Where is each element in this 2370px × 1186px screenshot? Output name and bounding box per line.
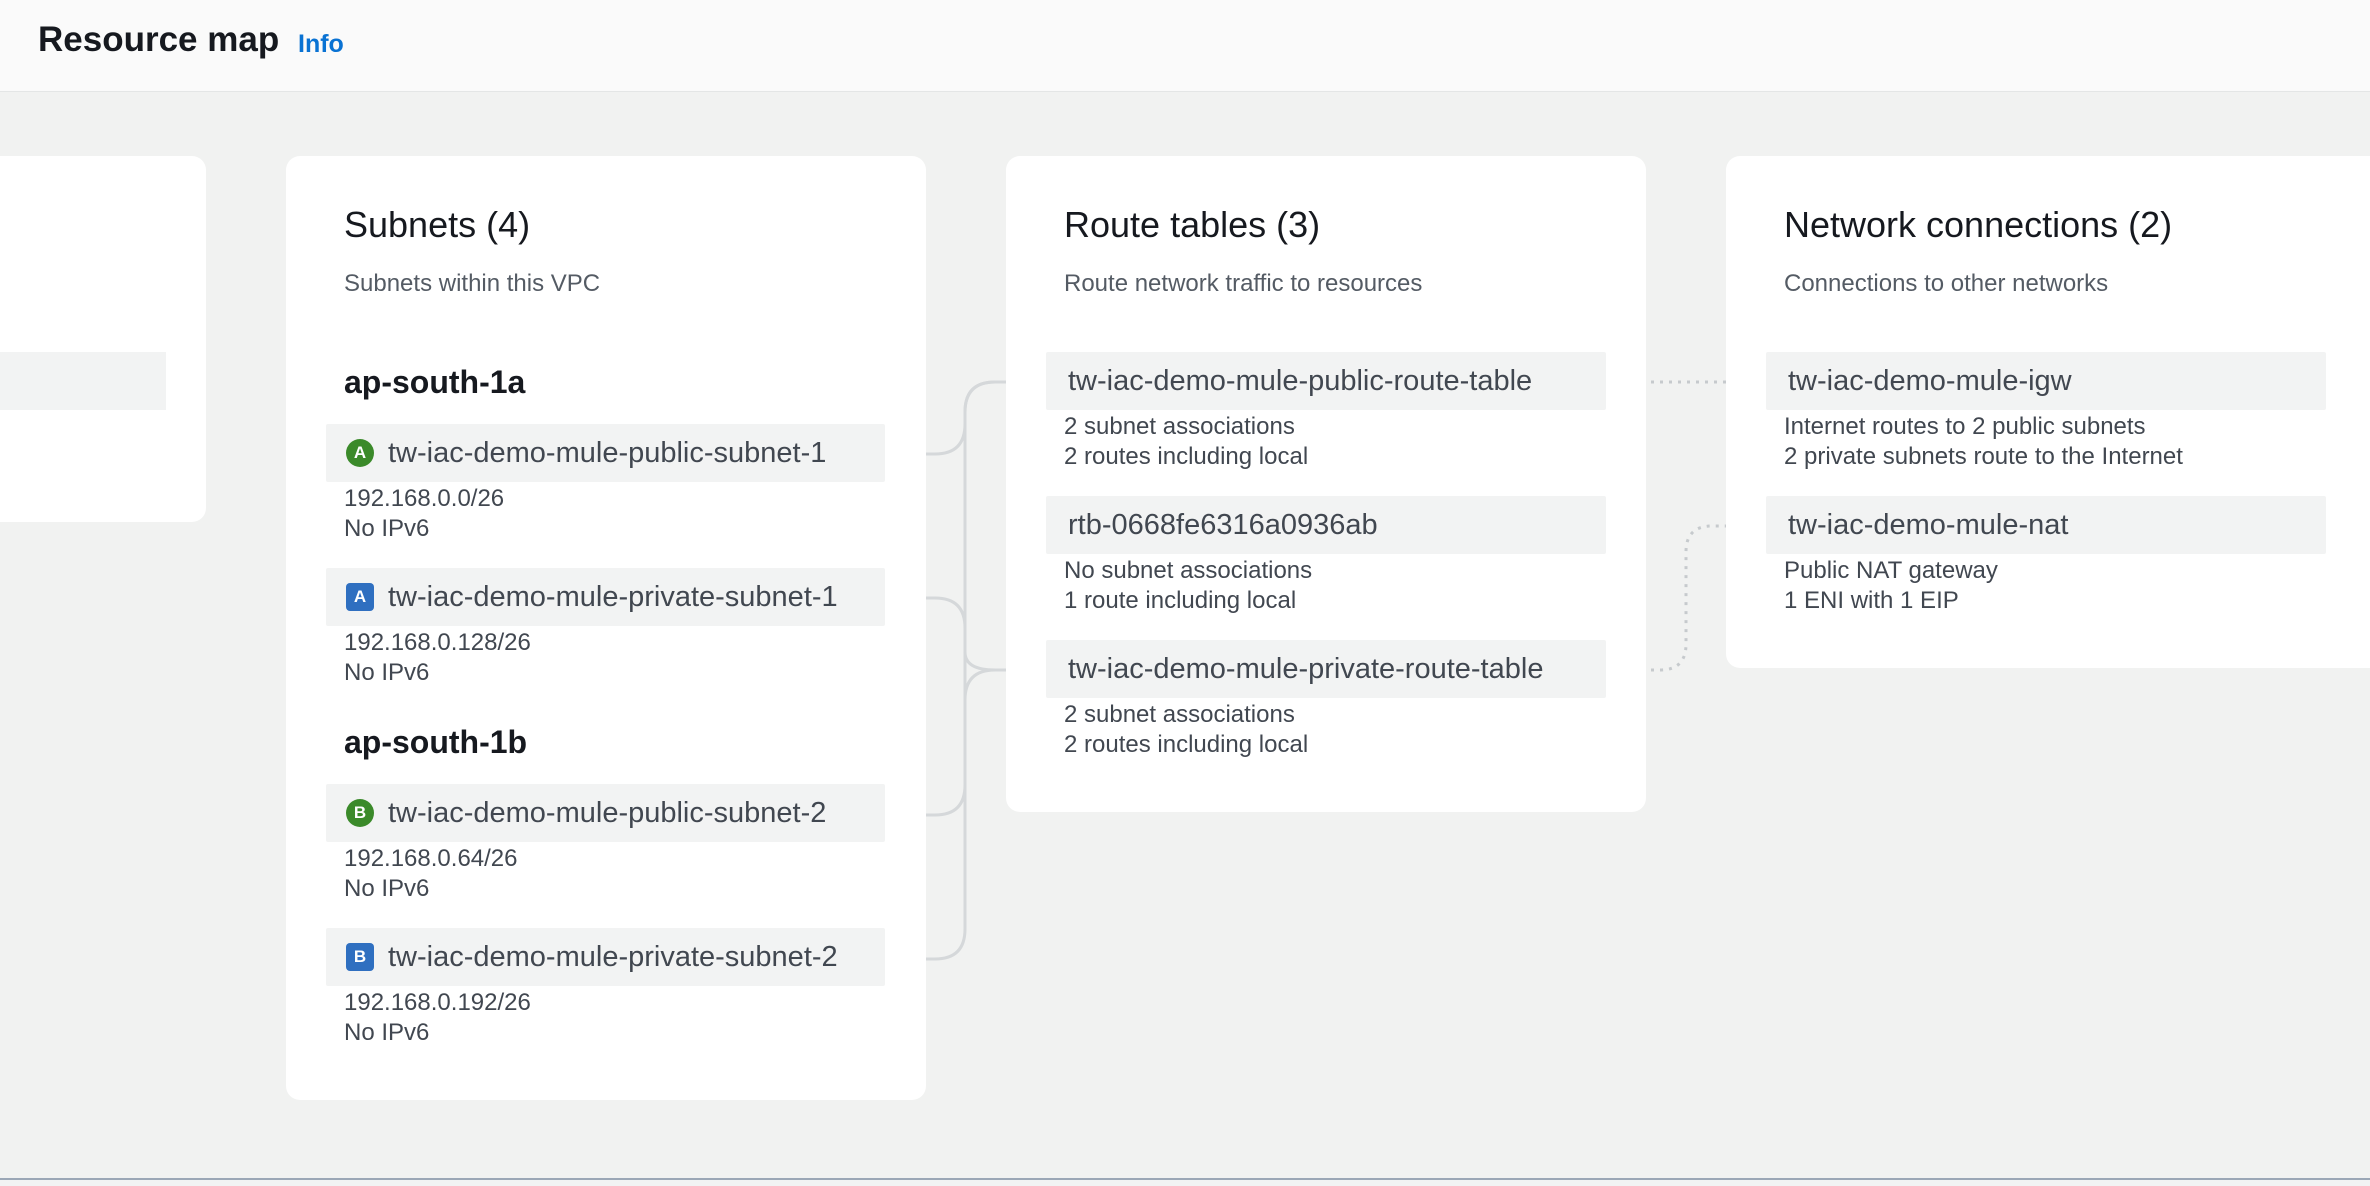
route-table-name: tw-iac-demo-mule-private-route-table [1068,652,1544,685]
route-table-item[interactable]: rtb-0668fe6316a0936ab [1046,496,1606,554]
route-table-name: tw-iac-demo-mule-public-route-table [1068,364,1533,397]
subnet-name: tw-iac-demo-mule-public-subnet-2 [388,796,827,829]
subnet-item[interactable]: A tw-iac-demo-mule-public-subnet-1 [326,424,885,482]
subnets-title: Subnets (4) [344,204,531,245]
subnet-ipv6: No IPv6 [344,875,430,902]
network-connection-name: tw-iac-demo-mule-nat [1788,508,2069,541]
route-table-item[interactable]: tw-iac-demo-mule-private-route-table [1046,640,1606,698]
subnet-item[interactable]: B tw-iac-demo-mule-private-subnet-2 [326,928,885,986]
az-title-ap-south-1a: ap-south-1a [344,364,526,400]
subnets-description: Subnets within this VPC [344,270,601,297]
route-table-item[interactable]: tw-iac-demo-mule-public-route-table [1046,352,1606,410]
route-tables-title: Route tables (3) [1064,204,1321,245]
page-header: Resource map Info [0,0,2370,92]
az-title-ap-south-1b: ap-south-1b [344,724,528,760]
route-table-name: rtb-0668fe6316a0936ab [1068,508,1378,541]
route-table-routes: 1 route including local [1064,587,1297,614]
network-connection-detail-1: Public NAT gateway [1784,557,1998,584]
network-connection-name: tw-iac-demo-mule-igw [1788,364,2072,397]
route-table-routes: 2 routes including local [1064,443,1309,470]
subnet-name: tw-iac-demo-mule-private-subnet-2 [388,940,838,973]
public-subnet-badge-icon: A [346,439,374,467]
subnet-cidr: 192.168.0.64/26 [344,845,518,872]
subnet-name: tw-iac-demo-mule-public-subnet-1 [388,436,827,469]
subnet-cidr: 192.168.0.128/26 [344,629,531,656]
subnet-ipv6: No IPv6 [344,515,430,542]
network-connection-item[interactable]: tw-iac-demo-mule-igw [1766,352,2326,410]
public-subnet-badge-icon: B [346,799,374,827]
route-tables-card: Route tables (3) Route network traffic t… [1006,156,1646,812]
resource-map-canvas: Subnets (4) Subnets within this VPC ap-s… [0,92,2370,1180]
network-connections-title: Network connections (2) [1784,204,2173,245]
subnet-cidr: 192.168.0.192/26 [344,989,531,1016]
subnet-cidr: 192.168.0.0/26 [344,485,505,512]
network-connections-card: Network connections (2) Connections to o… [1726,156,2370,668]
route-tables-description: Route network traffic to resources [1064,270,1423,297]
subnets-card: Subnets (4) Subnets within this VPC ap-s… [286,156,926,1100]
vpc-resource-box[interactable] [0,352,166,410]
network-connection-item[interactable]: tw-iac-demo-mule-nat [1766,496,2326,554]
route-table-routes: 2 routes including local [1064,731,1309,758]
subnet-item[interactable]: B tw-iac-demo-mule-public-subnet-2 [326,784,885,842]
network-connections-description: Connections to other networks [1784,270,2109,297]
subnet-ipv6: No IPv6 [344,659,430,686]
page-title: Resource map [38,20,280,59]
network-connection-detail-1: Internet routes to 2 public subnets [1784,413,2146,440]
vpc-card [0,156,206,522]
network-connection-detail-2: 2 private subnets route to the Internet [1784,443,2183,470]
subnet-item[interactable]: A tw-iac-demo-mule-private-subnet-1 [326,568,885,626]
subnet-ipv6: No IPv6 [344,1019,430,1046]
info-link[interactable]: Info [298,30,344,59]
route-table-associations: 2 subnet associations [1064,701,1295,728]
route-table-associations: No subnet associations [1064,557,1313,584]
network-connection-detail-2: 1 ENI with 1 EIP [1784,587,1959,614]
private-subnet-badge-icon: B [346,943,374,971]
subnet-name: tw-iac-demo-mule-private-subnet-1 [388,580,838,613]
route-table-associations: 2 subnet associations [1064,413,1295,440]
private-subnet-badge-icon: A [346,583,374,611]
